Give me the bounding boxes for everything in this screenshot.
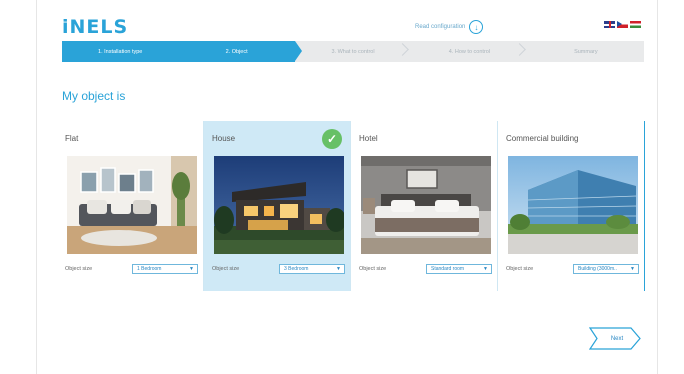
step-summary[interactable]: Summary [528,41,644,62]
step-installation-type[interactable]: 1. Installation type [62,41,186,62]
object-cards: Flat Object size 1 Bedroom ▼ House ✓ Obj… [57,121,645,291]
card-title: Flat [65,134,79,143]
flag-en-icon[interactable] [604,21,615,28]
next-label: Next [610,335,624,342]
flag-cz-icon[interactable] [617,21,628,28]
card-title: House [212,134,236,143]
dropdown-arrow-icon: ▼ [483,266,488,272]
checkmark-icon: ✓ [322,129,342,149]
step-how-to-control[interactable]: 4. How to control [411,41,527,62]
chevron-right-icon [396,43,410,56]
object-size-select[interactable]: Standard room ▼ [426,264,492,274]
dropdown-arrow-icon: ▼ [336,266,341,272]
object-size-label: Object size [212,266,240,272]
object-size-label: Object size [359,266,387,272]
object-card-hotel[interactable]: Hotel Object size Standard room ▼ [351,121,498,291]
page-title: My object is [62,89,126,103]
object-size-select[interactable]: Building (3000m.. ▼ [573,264,639,274]
house-night-image [214,156,344,254]
card-title: Commercial building [506,134,579,143]
dropdown-arrow-icon: ▼ [630,266,635,272]
office-building-image [508,156,638,254]
flat-living-room-image [67,156,197,254]
object-size-select[interactable]: 3 Bedroom ▼ [279,264,345,274]
chevron-right-icon [512,43,526,56]
wizard-steps: 1. Installation type 2. Object 3. What t… [62,41,644,62]
inels-logo: iNELS [62,16,129,38]
object-card-commercial-building[interactable]: Commercial building Object size Building… [498,121,645,291]
object-card-flat[interactable]: Flat Object size 1 Bedroom ▼ [57,121,204,291]
read-configuration-button[interactable]: Read configuration ↓ [415,20,484,34]
object-card-house[interactable]: House ✓ Object size 3 Bedroom ▼ [204,121,351,291]
object-size-label: Object size [65,266,93,272]
object-size-select[interactable]: 1 Bedroom ▼ [132,264,198,274]
download-icon: ↓ [469,20,484,34]
next-button[interactable]: Next [588,327,641,350]
object-size-label: Object size [506,266,534,272]
hotel-room-image [361,156,491,254]
step-object[interactable]: 2. Object [178,41,303,62]
dropdown-arrow-icon: ▼ [189,266,194,272]
flag-hu-icon[interactable] [630,21,641,28]
language-selector [604,21,641,28]
step-what-to-control[interactable]: 3. What to control [295,41,411,62]
card-title: Hotel [359,134,378,143]
read-configuration-label: Read configuration [415,24,466,30]
